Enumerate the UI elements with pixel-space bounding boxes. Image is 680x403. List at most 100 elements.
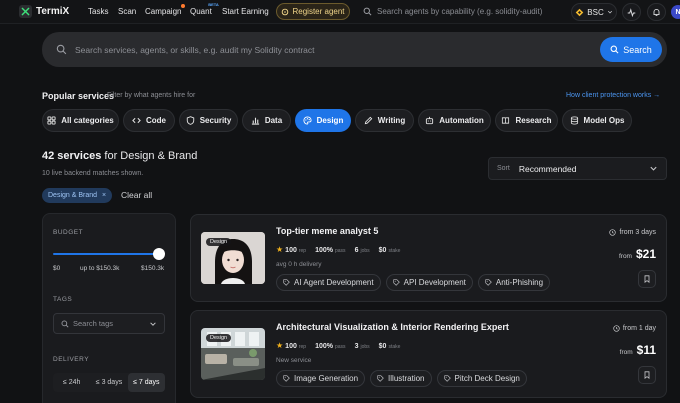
category-security[interactable]: Security — [179, 109, 238, 132]
filter-sidebar: BUDGET $0 up to $150.3k $150.3k TAGS Sea… — [42, 213, 176, 403]
jobs-unit: jobs — [360, 248, 370, 254]
nav-campaign[interactable]: Campaign — [145, 4, 186, 16]
delivery-24h[interactable]: ≤ 24h — [53, 373, 90, 392]
sort-select[interactable]: Sort Recommended — [488, 157, 667, 180]
tags-search-input[interactable]: Search tags — [53, 313, 165, 334]
tag-pill[interactable]: Image Generation — [276, 370, 366, 387]
chain-name: BSC — [587, 7, 604, 17]
nav-start-earning[interactable]: Start Earning — [222, 7, 269, 16]
category-all[interactable]: All categories — [42, 109, 119, 132]
service-thumbnail: Design — [201, 232, 265, 284]
nav-quant[interactable]: Quant BETA — [190, 2, 219, 16]
rep-unit: rep — [298, 344, 307, 350]
clock-icon — [613, 325, 620, 332]
star-icon: ★ — [276, 341, 284, 350]
category-writing[interactable]: Writing — [355, 109, 414, 132]
nav-quant-label: Quant — [190, 7, 212, 16]
lead-time-label: from 3 days — [619, 229, 656, 236]
tag-label: Illustration — [388, 374, 425, 383]
category-data[interactable]: Data — [242, 109, 291, 132]
delivery-7-days[interactable]: ≤ 7 days — [127, 373, 165, 392]
close-icon[interactable]: × — [102, 192, 106, 199]
user-avatar[interactable]: N — [671, 5, 680, 19]
register-agent-button[interactable]: Register agent — [276, 3, 350, 20]
active-filter-chip[interactable]: Design & Brand × — [42, 188, 113, 203]
search-button[interactable]: Search — [600, 37, 662, 62]
service-title[interactable]: Architectural Visualization & Interior R… — [276, 322, 509, 332]
category-research[interactable]: Research — [495, 109, 558, 132]
tag-pill[interactable]: AI Agent Development — [276, 274, 381, 291]
nav-tasks[interactable]: Tasks — [88, 7, 108, 16]
tag-icon — [485, 279, 492, 286]
stake-unit: stake — [388, 248, 401, 254]
budget-label: BUDGET — [53, 229, 84, 236]
bar-chart-icon — [251, 117, 259, 125]
tag-label: API Development — [403, 278, 466, 287]
delivery-meta: New service — [276, 357, 312, 364]
rep-value: 100 — [285, 247, 297, 254]
delivery-label: DELIVERY — [53, 356, 90, 363]
activity-icon — [627, 7, 636, 17]
service-search-input[interactable]: Search services, agents, or skills, e.g.… — [42, 32, 667, 67]
bell-icon — [653, 8, 660, 16]
filter-chip-label: Design & Brand — [48, 192, 98, 199]
popular-services-subtitle: Filter by what agents hire for — [107, 92, 196, 99]
chevron-down-icon — [150, 322, 156, 326]
agent-search-input[interactable]: Search agents by capability (e.g. solidi… — [355, 3, 564, 20]
category-design[interactable]: Design — [295, 109, 351, 132]
category-label: Research — [515, 116, 552, 125]
notification-dot — [181, 4, 186, 8]
budget-slider-track[interactable] — [53, 253, 159, 255]
tag-pill[interactable]: Pitch Deck Design — [436, 370, 527, 387]
notifications-button[interactable] — [647, 3, 666, 21]
code-icon — [132, 117, 141, 124]
budget-min: $0 — [53, 265, 61, 272]
tag-icon — [283, 279, 290, 286]
rep-value: 100 — [285, 343, 297, 350]
app-name: TermiX — [36, 6, 70, 17]
search-icon — [363, 7, 372, 16]
lead-time-label: from 1 day — [622, 325, 656, 332]
category-label: Automation — [439, 116, 484, 125]
category-code[interactable]: Code — [123, 109, 175, 132]
delivery-3-days[interactable]: ≤ 3 days — [90, 373, 127, 392]
bookmark-button[interactable] — [638, 366, 656, 384]
termix-logo-icon — [19, 5, 32, 18]
price-amount: $11 — [636, 343, 656, 357]
tag-label: Pitch Deck Design — [454, 374, 520, 383]
tag-label: AI Agent Development — [294, 278, 374, 287]
bnb-icon — [575, 8, 584, 16]
register-agent-label: Register agent — [292, 7, 345, 16]
category-label: Writing — [377, 116, 406, 125]
clear-all-button[interactable]: Clear all — [121, 190, 152, 200]
service-search-placeholder: Search services, agents, or skills, e.g.… — [75, 44, 315, 55]
service-card[interactable]: Design Architectural Visualization & Int… — [190, 310, 667, 398]
category-label: Design — [316, 116, 344, 125]
bookmark-button[interactable] — [638, 270, 656, 288]
budget-slider-handle[interactable] — [153, 248, 165, 260]
category-badge: Design — [206, 334, 232, 342]
activity-button[interactable] — [622, 3, 641, 21]
category-model-ops[interactable]: Model Ops — [562, 109, 632, 132]
category-label: Security — [199, 116, 232, 125]
bookmark-icon — [644, 275, 650, 283]
service-card[interactable]: Design Top-tier meme analyst 5 ★ 100 rep … — [190, 214, 667, 302]
category-automation[interactable]: Automation — [418, 109, 491, 132]
category-label: Data — [264, 116, 283, 125]
client-protection-link[interactable]: How client protection works → — [566, 92, 660, 99]
tag-pill[interactable]: Illustration — [370, 370, 432, 387]
tag-pill[interactable]: Anti-Phishing — [477, 274, 551, 291]
nav-scan[interactable]: Scan — [118, 7, 136, 16]
tag-pill[interactable]: API Development — [385, 274, 473, 291]
live-matches-note: 10 live backend matches shown. — [42, 170, 144, 177]
results-heading: 42 services for Design & Brand — [42, 150, 197, 162]
beta-badge: BETA — [208, 2, 219, 7]
pass-unit: pass — [335, 248, 346, 254]
sort-label: Sort — [497, 165, 510, 172]
service-title[interactable]: Top-tier meme analyst 5 — [276, 226, 378, 236]
service-tags: Image Generation Illustration Pitch Deck… — [276, 370, 527, 387]
logo[interactable]: TermiX — [19, 5, 69, 18]
chain-selector[interactable]: BSC — [571, 3, 617, 21]
category-label: Code — [146, 116, 166, 125]
search-icon — [610, 45, 619, 54]
